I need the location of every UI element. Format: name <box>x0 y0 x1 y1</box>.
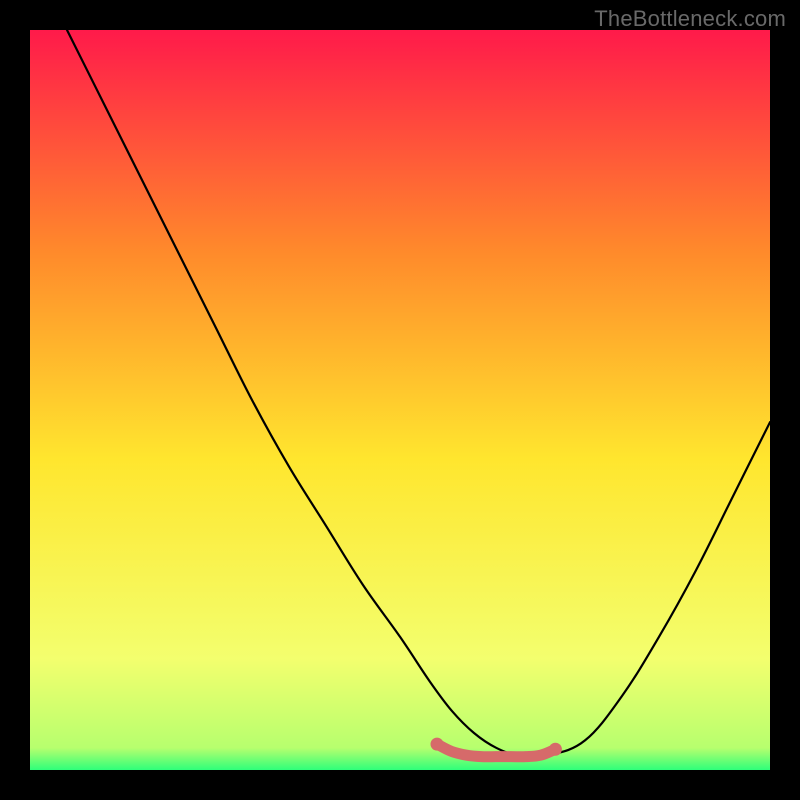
bottleneck-chart <box>30 30 770 770</box>
plot-area <box>30 30 770 770</box>
chart-frame: TheBottleneck.com <box>0 0 800 800</box>
marker-endpoint <box>549 743 562 756</box>
watermark-text: TheBottleneck.com <box>594 6 786 32</box>
gradient-background <box>30 30 770 770</box>
marker-endpoint <box>431 738 444 751</box>
